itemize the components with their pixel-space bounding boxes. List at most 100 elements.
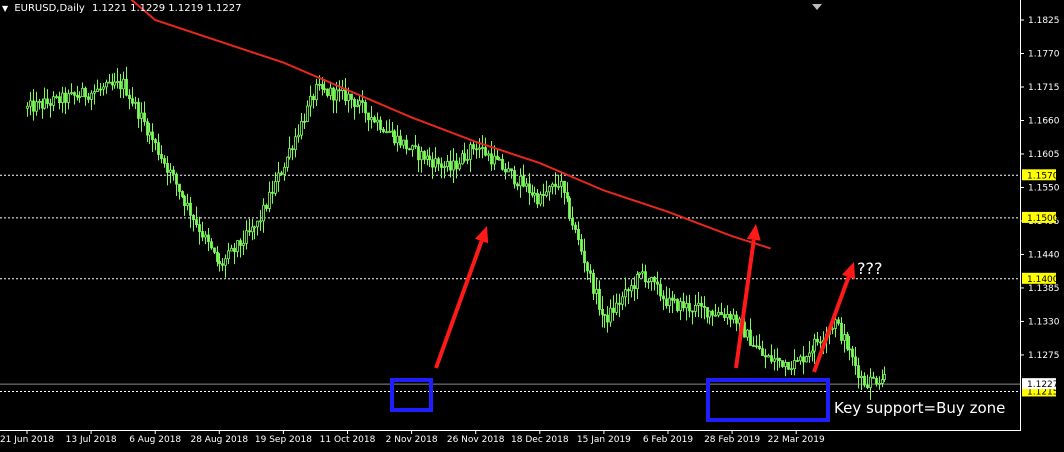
candle-body bbox=[781, 360, 784, 367]
candle-body bbox=[571, 218, 574, 226]
candle bbox=[568, 196, 571, 222]
candle-body bbox=[519, 175, 522, 187]
candle-body bbox=[767, 355, 770, 358]
candle-body bbox=[102, 86, 105, 90]
candle-body bbox=[522, 175, 525, 187]
candle-body bbox=[650, 277, 653, 282]
candle-body bbox=[668, 297, 671, 307]
candle-body bbox=[277, 172, 280, 182]
candle-body bbox=[271, 191, 274, 194]
candle-body bbox=[577, 229, 580, 240]
candle-body bbox=[755, 345, 758, 348]
candle-body bbox=[866, 384, 869, 388]
candle-body bbox=[230, 247, 233, 252]
candle-body bbox=[134, 101, 137, 104]
candle-body bbox=[449, 161, 452, 171]
candle-body bbox=[58, 96, 61, 104]
candle-body bbox=[385, 131, 388, 134]
candle-body bbox=[869, 376, 872, 388]
candle-body bbox=[583, 250, 586, 264]
candle-body bbox=[846, 334, 849, 350]
candle-body bbox=[143, 112, 146, 123]
candle-body bbox=[656, 281, 659, 285]
candle-body bbox=[183, 196, 186, 206]
candle-body bbox=[452, 160, 455, 171]
candle-body bbox=[376, 119, 379, 123]
candle-body bbox=[469, 144, 472, 160]
triangle-down-icon[interactable]: ▼ bbox=[2, 4, 8, 13]
candle-body bbox=[568, 197, 571, 219]
candle-body bbox=[694, 304, 697, 312]
y-tick-label: 1.1605 bbox=[1028, 150, 1060, 160]
candle-body bbox=[796, 360, 799, 362]
candle-body bbox=[738, 318, 741, 324]
candle-body bbox=[790, 368, 793, 371]
candle-body bbox=[758, 345, 761, 350]
candle-body bbox=[793, 360, 796, 370]
candle-body bbox=[137, 101, 140, 119]
candle-body bbox=[151, 131, 154, 141]
candle-body bbox=[262, 204, 265, 222]
candle-body bbox=[175, 173, 178, 185]
candle-body bbox=[405, 139, 408, 150]
candle-body bbox=[554, 183, 557, 187]
candle-body bbox=[843, 334, 846, 341]
candle-body bbox=[87, 96, 90, 100]
candle-body bbox=[857, 365, 860, 379]
candle-body bbox=[163, 158, 166, 164]
level-badge-label: 1.1570 bbox=[1027, 171, 1059, 181]
candle-body bbox=[210, 241, 213, 249]
candle-body bbox=[186, 202, 189, 206]
candle-body bbox=[662, 295, 665, 300]
x-tick-label: 6 Feb 2019 bbox=[643, 435, 694, 445]
candle-body bbox=[603, 313, 606, 316]
candle-body bbox=[691, 310, 694, 313]
candle-body bbox=[38, 101, 41, 103]
candle-body bbox=[329, 87, 332, 96]
candle-body bbox=[493, 155, 496, 165]
candle-body bbox=[172, 169, 175, 175]
candle-body bbox=[589, 270, 592, 274]
candle-body bbox=[805, 356, 808, 363]
candle-body bbox=[659, 283, 662, 297]
candle-body bbox=[472, 144, 475, 150]
chart-area: ??? Key support=Buy zone 1.1825 1.1770 1.17… bbox=[0, 0, 1064, 448]
candle-body bbox=[332, 87, 335, 101]
candle-body bbox=[312, 95, 315, 101]
x-tick-label: 28 Feb 2019 bbox=[704, 435, 760, 445]
candle-body bbox=[848, 348, 851, 351]
candle-body bbox=[157, 142, 160, 155]
candle-body bbox=[399, 135, 402, 146]
candle-body bbox=[119, 81, 122, 90]
candle-body bbox=[32, 100, 35, 112]
candle-body bbox=[347, 93, 350, 101]
candle-body bbox=[563, 180, 566, 193]
candle-body bbox=[837, 319, 840, 324]
candle-body bbox=[326, 88, 329, 96]
candle-body bbox=[490, 153, 493, 165]
candle-body bbox=[125, 78, 128, 96]
candle-body bbox=[682, 301, 685, 309]
candle-body bbox=[350, 93, 353, 100]
candle-body bbox=[216, 251, 219, 262]
candle-body bbox=[105, 81, 108, 88]
candle-body bbox=[504, 168, 507, 173]
candle-body bbox=[239, 240, 242, 246]
candle-body bbox=[361, 100, 364, 103]
candle-body bbox=[431, 159, 434, 168]
candle-body bbox=[408, 148, 411, 151]
candle-body bbox=[545, 191, 548, 196]
candle-body bbox=[863, 375, 866, 386]
candle-body bbox=[55, 96, 58, 99]
candle-body bbox=[192, 214, 195, 221]
candle-body bbox=[414, 145, 417, 148]
x-tick-label: 18 Dec 2018 bbox=[511, 435, 569, 445]
candle-body bbox=[618, 302, 621, 305]
x-tick-label: 19 Sep 2018 bbox=[255, 435, 312, 445]
candle-body bbox=[714, 314, 717, 317]
candle-body bbox=[233, 247, 236, 252]
candle-body bbox=[370, 117, 373, 121]
candle-body bbox=[799, 356, 802, 362]
candle-body bbox=[288, 148, 291, 158]
candle-body bbox=[428, 155, 431, 161]
